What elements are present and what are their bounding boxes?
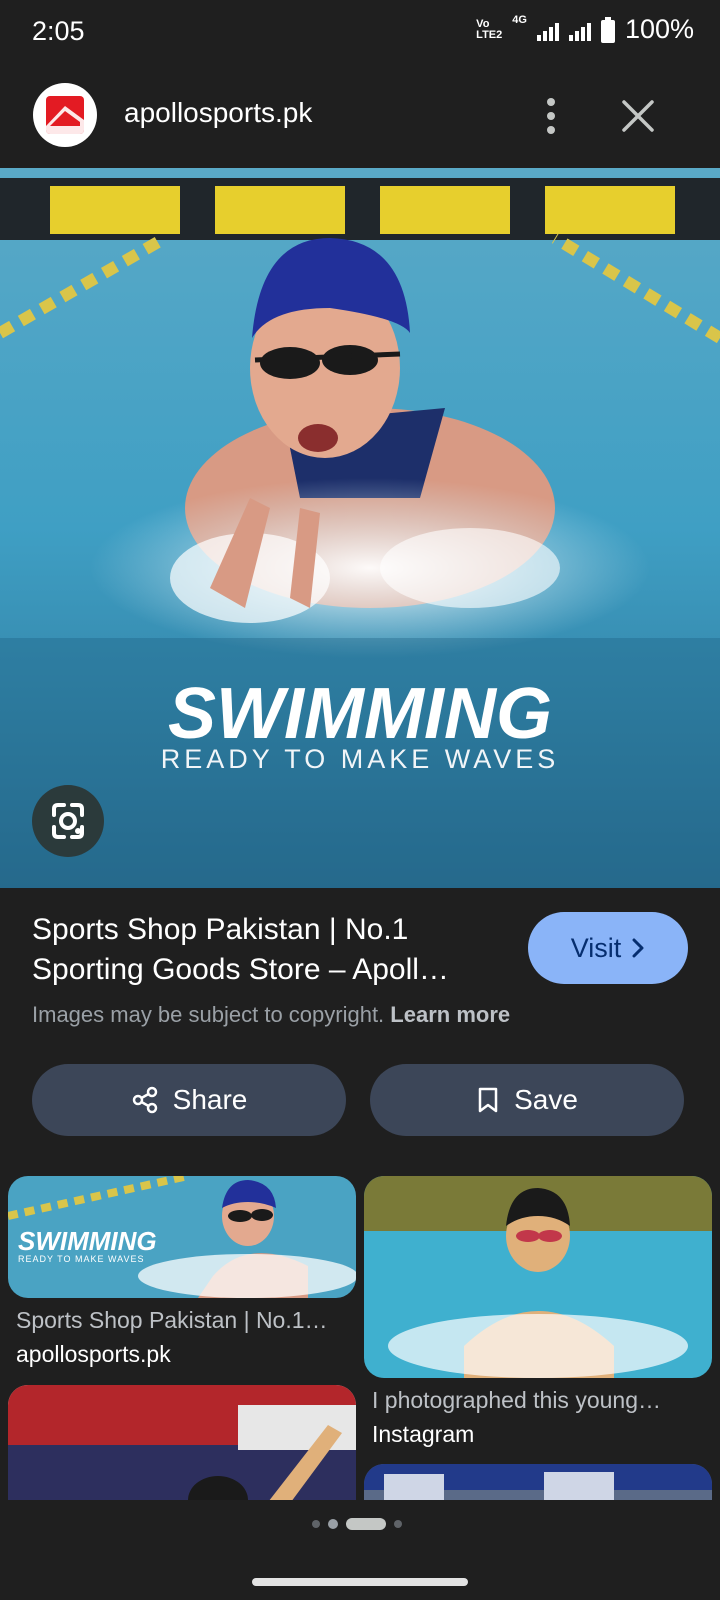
network-type: 4G — [512, 14, 527, 26]
save-button[interactable]: Save — [370, 1064, 684, 1136]
visit-button[interactable]: Visit — [528, 912, 688, 984]
visit-label: Visit — [570, 932, 622, 963]
site-name[interactable]: apollosports.pk — [124, 97, 312, 129]
top-bar — [0, 66, 720, 168]
page-dot — [394, 1520, 402, 1528]
status-icons: Vo LTE2 4G 100% — [476, 14, 694, 45]
bookmark-icon — [478, 1087, 498, 1113]
share-icon — [132, 1086, 157, 1114]
related-source-1[interactable]: apollosports.pk — [16, 1341, 171, 1368]
learn-more-link[interactable]: Learn more — [390, 1002, 510, 1027]
copyright-text: Images may be subject to copyright. — [32, 1002, 385, 1027]
volte-label: Vo — [476, 17, 490, 30]
apollo-logo-icon[interactable] — [33, 83, 97, 147]
lens-icon[interactable] — [32, 785, 104, 857]
related-title-1[interactable]: Sports Shop Pakistan | No.1… — [16, 1307, 348, 1334]
result-title[interactable]: Sports Shop Pakistan | No.1 Sporting Goo… — [32, 910, 492, 990]
result-title-line2: Sporting Goods Store – Apoll… — [32, 953, 449, 986]
home-indicator[interactable] — [252, 1578, 468, 1586]
more-vert-icon[interactable] — [533, 94, 569, 138]
overlay-title: SWIMMING — [168, 674, 552, 754]
chevron-right-icon — [632, 938, 644, 958]
main-image[interactable]: SWIMMING READY TO MAKE WAVES — [0, 168, 720, 888]
share-label: Share — [172, 1084, 248, 1115]
related-1-overlay-subtitle: READY TO MAKE WAVES — [18, 1254, 145, 1264]
close-icon[interactable] — [616, 94, 660, 138]
battery-percent: 100% — [624, 14, 694, 44]
clock: 2:05 — [32, 16, 85, 46]
page-dot — [328, 1519, 338, 1529]
signal-icon — [536, 19, 559, 41]
related-image-2[interactable] — [364, 1176, 712, 1378]
share-button[interactable]: Share — [32, 1064, 346, 1136]
battery-icon — [600, 16, 615, 43]
signal-icon-2 — [568, 19, 591, 41]
save-label: Save — [514, 1084, 578, 1115]
related-image-1[interactable]: SWIMMING READY TO MAKE WAVES — [8, 1176, 356, 1298]
copyright-notice: Images may be subject to copyright. Lear… — [32, 1002, 510, 1028]
volte-icon: Vo LTE2 — [476, 17, 503, 41]
page-dot — [312, 1520, 320, 1528]
page-indicator — [312, 1518, 402, 1530]
lte-label: LTE2 — [476, 28, 503, 41]
result-title-line1: Sports Shop Pakistan | No.1 — [32, 913, 409, 946]
page-dot-active — [346, 1518, 386, 1530]
related-1-overlay-title: SWIMMING — [18, 1226, 157, 1256]
related-title-2[interactable]: I photographed this young… — [372, 1387, 702, 1414]
overlay-subtitle: READY TO MAKE WAVES — [161, 744, 560, 774]
related-source-2[interactable]: Instagram — [372, 1421, 474, 1448]
